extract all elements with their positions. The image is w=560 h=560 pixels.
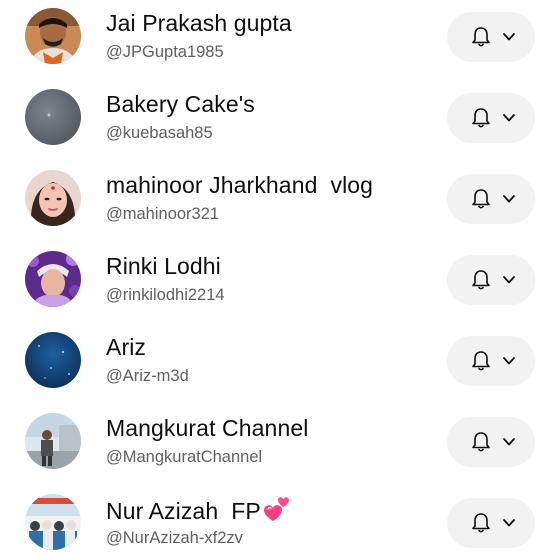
channel-row[interactable]: Bakery Cake's @kuebasah85 [0,81,560,162]
channel-name[interactable]: Rinki Lodhi [106,253,221,280]
bell-icon [472,189,490,209]
channel-avatar[interactable] [25,89,81,145]
bell-icon [472,270,490,290]
notification-settings-button[interactable] [447,255,535,305]
channel-row[interactable]: Rinki Lodhi @rinkilodhi2214 [0,243,560,324]
notification-settings-button[interactable] [447,417,535,467]
channel-avatar[interactable] [25,494,81,550]
channel-handle: @Ariz-m3d [106,367,189,385]
channel-row[interactable]: Nur Azizah FP @NurAzizah-xf2zv [0,486,560,560]
channel-avatar[interactable] [25,413,81,469]
bell-icon [472,27,490,47]
channel-name[interactable]: mahinoor Jharkhand vlog [106,172,373,199]
chevron-down-icon [503,357,515,365]
chevron-down-icon [503,114,515,122]
channel-row[interactable]: Jai Prakash gupta @JPGupta1985 [0,0,560,81]
notification-settings-button[interactable] [447,336,535,386]
channel-name[interactable]: Nur Azizah FP [106,496,292,525]
subscriptions-list: Jai Prakash gupta @JPGupta1985 Bakery Ca… [0,0,560,560]
channel-avatar[interactable] [25,8,81,64]
channel-row[interactable]: Ariz @Ariz-m3d [0,324,560,405]
chevron-down-icon [503,438,515,446]
channel-handle: @mahinoor321 [106,205,220,223]
channel-handle: @MangkuratChannel [106,448,263,466]
channel-name[interactable]: Ariz [106,334,146,361]
chevron-down-icon [503,276,515,284]
notification-settings-button[interactable] [447,93,535,143]
bell-icon [472,108,490,128]
channel-row[interactable]: mahinoor Jharkhand vlog @mahinoor321 [0,162,560,243]
notification-settings-button[interactable] [447,174,535,224]
channel-handle: @JPGupta1985 [106,43,224,61]
bell-icon [472,513,490,533]
channel-handle: @NurAzizah-xf2zv [106,529,243,547]
channel-handle: @rinkilodhi2214 [106,286,225,304]
chevron-down-icon [503,519,515,527]
channel-name-text: Nur Azizah FP [106,498,261,524]
notification-settings-button[interactable] [447,12,535,62]
channel-avatar[interactable] [25,332,81,388]
chevron-down-icon [503,33,515,41]
revolving-hearts-emoji [263,497,289,521]
chevron-down-icon [503,195,515,203]
bell-icon [472,351,490,371]
channel-name[interactable]: Mangkurat Channel [106,415,308,442]
channel-row[interactable]: Mangkurat Channel @MangkuratChannel [0,405,560,486]
channel-avatar[interactable] [25,251,81,307]
channel-name[interactable]: Bakery Cake's [106,91,255,118]
channel-handle: @kuebasah85 [106,124,213,142]
bell-icon [472,432,490,452]
notification-settings-button[interactable] [447,498,535,548]
channel-avatar[interactable] [25,170,81,226]
channel-name[interactable]: Jai Prakash gupta [106,10,292,37]
